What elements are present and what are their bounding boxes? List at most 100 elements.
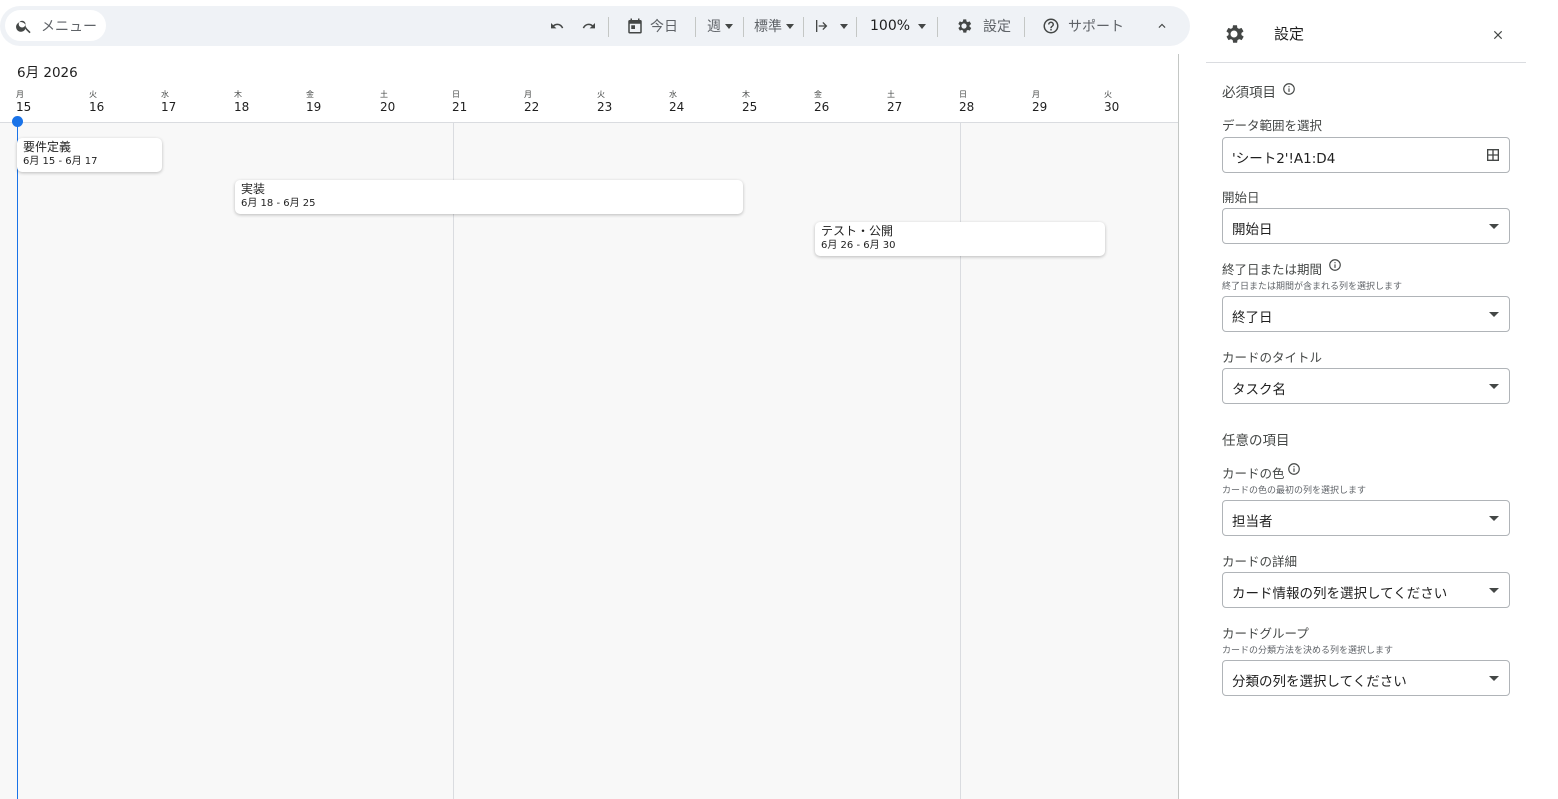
day-number: 23 xyxy=(597,100,613,114)
redo-button[interactable] xyxy=(580,6,598,46)
group-value: 分類の列を選択してください xyxy=(1232,674,1407,690)
support-button[interactable]: サポート xyxy=(1042,6,1124,46)
undo-button[interactable] xyxy=(548,6,566,46)
day-column-header: 日 21 xyxy=(452,90,467,114)
info-icon[interactable] xyxy=(1328,258,1342,272)
panel-title: 設定 xyxy=(1274,25,1305,43)
card-dates: 6月 18 - 6月 25 xyxy=(241,198,316,209)
timeline-card[interactable]: テスト・公開 6月 26 - 6月 30 xyxy=(815,222,1105,256)
chevron-up-icon xyxy=(1158,23,1166,28)
close-icon[interactable] xyxy=(1491,28,1505,42)
optional-section-title: 任意の項目 xyxy=(1222,433,1290,449)
scale-dropdown[interactable]: 週 xyxy=(707,6,733,46)
day-number: 22 xyxy=(524,100,540,114)
color-hint: カードの色の最初の列を選択します xyxy=(1222,486,1367,496)
day-number: 19 xyxy=(306,100,322,114)
required-section-title: 必須項目 xyxy=(1222,85,1276,101)
density-dropdown[interactable]: 標準 xyxy=(754,6,794,46)
day-of-week: 水 xyxy=(161,90,169,99)
month-label: 6月 2026 xyxy=(17,65,78,81)
day-number: 18 xyxy=(234,100,250,114)
chevron-down-icon xyxy=(1489,312,1499,317)
color-value: 担当者 xyxy=(1232,514,1273,530)
align-dropdown[interactable] xyxy=(814,6,848,46)
day-of-week: 火 xyxy=(597,90,605,99)
day-of-week: 木 xyxy=(742,90,750,99)
timeline-card[interactable]: 要件定義 6月 15 - 6月 17 xyxy=(17,138,162,172)
day-column-header: 木 18 xyxy=(234,90,249,114)
day-column-header: 水 17 xyxy=(161,90,176,114)
toolbar-divider xyxy=(937,17,938,37)
range-input[interactable]: 'シート2'!A1:D4 xyxy=(1222,137,1510,173)
card-title: テスト・公開 xyxy=(821,224,894,238)
chevron-down-icon xyxy=(1489,384,1499,389)
range-value: 'シート2'!A1:D4 xyxy=(1232,151,1336,167)
collapse-button[interactable] xyxy=(1155,6,1169,46)
day-column-header: 火 30 xyxy=(1104,90,1119,114)
info-icon[interactable] xyxy=(1282,82,1296,96)
chevron-down-icon xyxy=(840,23,848,29)
today-label: 今日 xyxy=(650,19,678,35)
day-column-header: 水 24 xyxy=(669,90,684,114)
today-marker-dot xyxy=(12,116,23,127)
day-of-week: 日 xyxy=(959,90,967,99)
details-dropdown[interactable]: カード情報の列を選択してください xyxy=(1222,572,1510,608)
chevron-down-icon xyxy=(1489,676,1499,681)
day-column-header: 火 23 xyxy=(597,90,612,114)
day-number: 30 xyxy=(1104,100,1120,114)
end-value: 終了日 xyxy=(1232,310,1273,326)
range-label: データ範囲を選択 xyxy=(1222,118,1323,133)
toolbar-divider xyxy=(743,17,744,37)
support-label: サポート xyxy=(1068,19,1124,35)
redo-icon xyxy=(582,23,595,29)
details-value: カード情報の列を選択してください xyxy=(1232,586,1448,602)
panel-header: 設定 xyxy=(1206,7,1526,63)
grid-icon[interactable] xyxy=(1485,147,1501,163)
chevron-down-icon xyxy=(1489,224,1499,229)
gear-icon xyxy=(1226,25,1244,43)
day-of-week: 金 xyxy=(814,90,822,99)
menu-search[interactable]: メニュー xyxy=(5,10,106,41)
card-title: 実装 xyxy=(241,182,266,196)
end-dropdown[interactable]: 終了日 xyxy=(1222,296,1510,332)
day-number: 15 xyxy=(16,100,32,114)
day-of-week: 日 xyxy=(452,90,460,99)
day-header: 月 15 火 16 水 17 木 18 金 19 土 20 日 21 月 22 火 23 水 24 … xyxy=(0,90,1178,122)
day-number: 24 xyxy=(669,100,685,114)
day-number: 28 xyxy=(959,100,975,114)
scale-label: 週 xyxy=(707,19,721,35)
card-dates: 6月 26 - 6月 30 xyxy=(821,240,896,251)
gear-icon xyxy=(958,19,972,33)
chevron-down-icon xyxy=(918,23,927,29)
settings-button[interactable]: 設定 xyxy=(955,6,1011,46)
end-hint: 終了日または期間が含まれる列を選択します xyxy=(1222,282,1403,292)
start-dropdown[interactable]: 開始日 xyxy=(1222,208,1510,244)
toolbar-divider xyxy=(695,17,696,37)
day-number: 26 xyxy=(814,100,830,114)
day-of-week: 月 xyxy=(524,90,532,99)
undo-icon xyxy=(551,23,564,29)
toolbar-divider xyxy=(608,17,609,37)
day-of-week: 月 xyxy=(16,90,24,99)
day-number: 27 xyxy=(887,100,903,114)
info-icon[interactable] xyxy=(1287,462,1301,476)
day-column-header: 金 26 xyxy=(814,90,829,114)
week-divider xyxy=(453,123,454,799)
day-column-header: 月 22 xyxy=(524,90,539,114)
group-dropdown[interactable]: 分類の列を選択してください xyxy=(1222,660,1510,696)
chevron-down-icon xyxy=(1489,588,1499,593)
day-of-week: 土 xyxy=(887,90,895,99)
day-number: 20 xyxy=(380,100,396,114)
timeline-card[interactable]: 実装 6月 18 - 6月 25 xyxy=(235,180,743,214)
day-of-week: 火 xyxy=(89,90,97,99)
today-button[interactable]: 今日 xyxy=(626,6,678,46)
group-label: カードグループ xyxy=(1222,626,1309,641)
day-number: 29 xyxy=(1032,100,1048,114)
zoom-dropdown[interactable]: 100% xyxy=(870,6,927,46)
day-column-header: 木 25 xyxy=(742,90,757,114)
card-title-dropdown[interactable]: タスク名 xyxy=(1222,368,1510,404)
color-dropdown[interactable]: 担当者 xyxy=(1222,500,1510,536)
start-label: 開始日 xyxy=(1222,190,1260,205)
day-number: 21 xyxy=(452,100,468,114)
day-column-header: 月 29 xyxy=(1032,90,1047,114)
